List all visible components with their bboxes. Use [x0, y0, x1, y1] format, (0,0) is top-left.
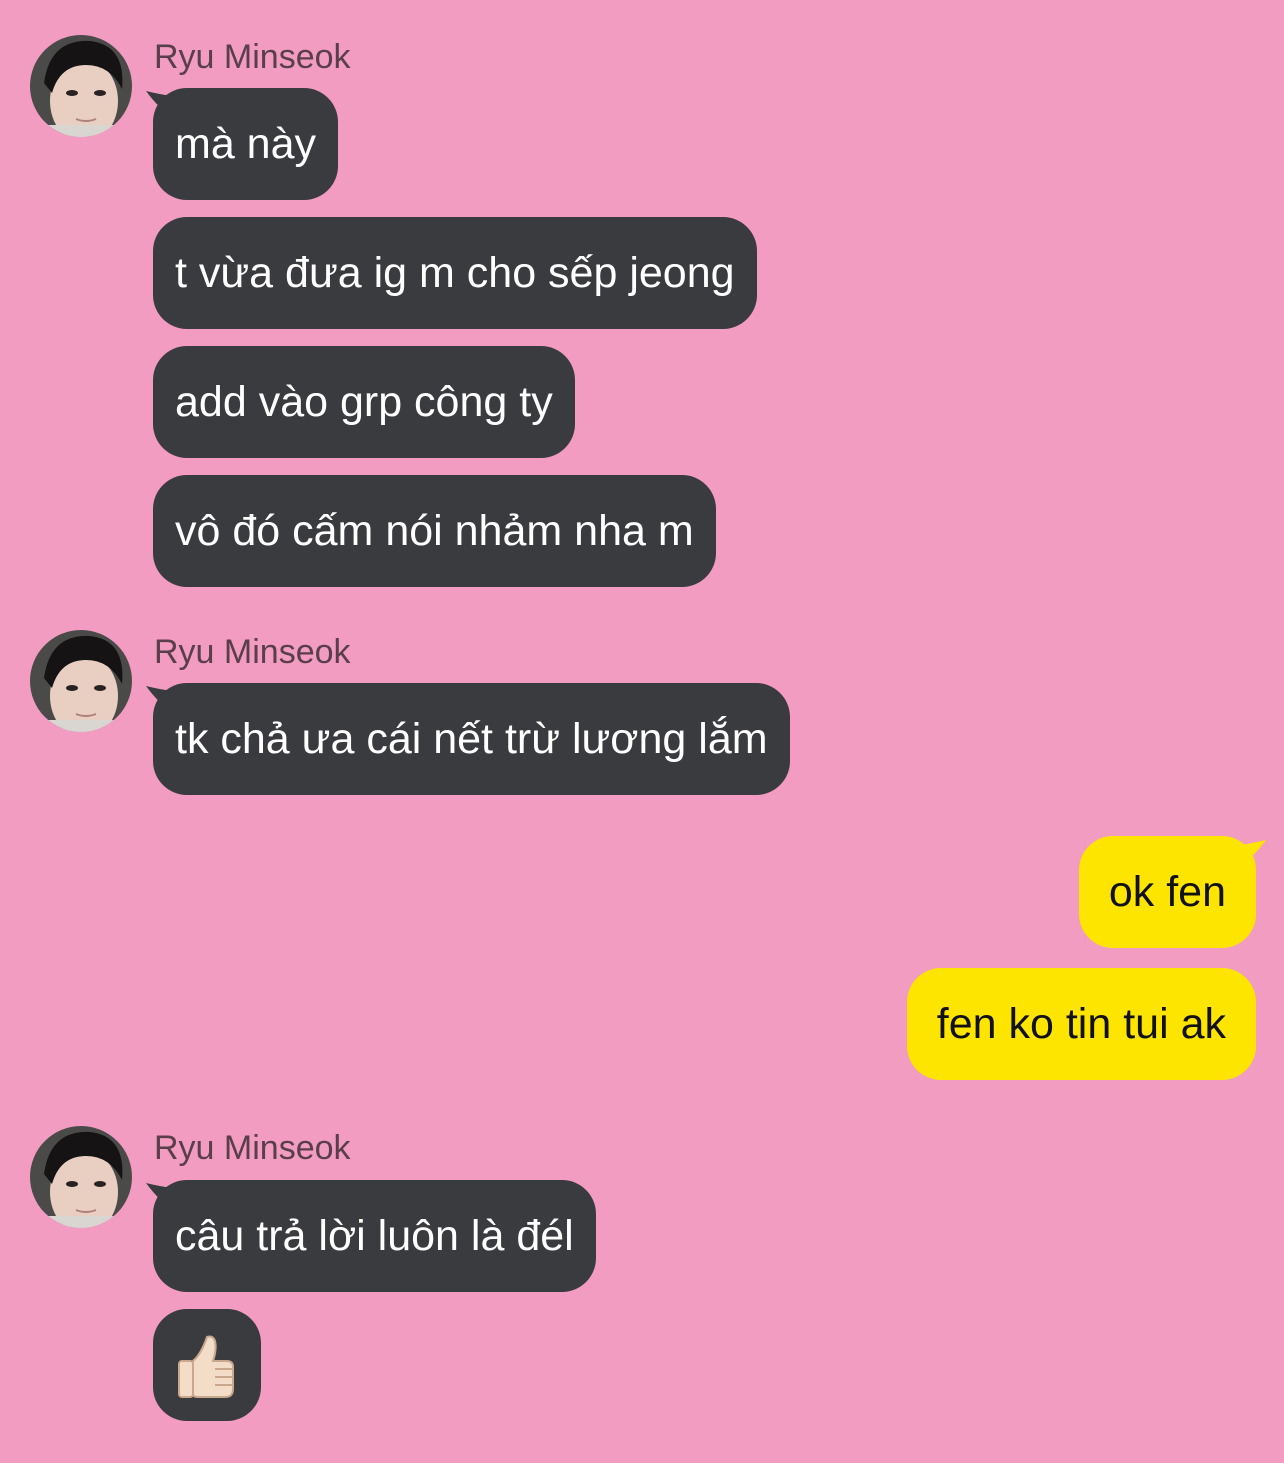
message-bubble[interactable]: tk chả ưa cái nết trừ lương lắm: [153, 683, 790, 795]
outgoing-message-bubble[interactable]: ok fen: [1078, 836, 1256, 948]
message-bubble[interactable]: mà này: [153, 88, 339, 200]
sender-avatar[interactable]: [30, 630, 132, 732]
outgoing-message-bubble[interactable]: fen ko tin tui ak: [906, 968, 1256, 1080]
sender-avatar[interactable]: [30, 1126, 132, 1228]
chat-thread: Ryu Minseok mà này t vừa đưa ig m cho sế…: [0, 0, 1284, 1446]
sender-name: Ryu Minseok: [154, 1129, 351, 1167]
sender-name: Ryu Minseok: [154, 38, 351, 76]
sticker-bubble[interactable]: [153, 1309, 261, 1421]
message-bubble[interactable]: t vừa đưa ig m cho sếp jeong: [153, 217, 757, 329]
sender-name: Ryu Minseok: [154, 633, 351, 671]
avatar-photo: [30, 35, 132, 137]
thumbs-up-emoji-icon: [178, 1335, 234, 1398]
avatar-photo: [30, 1126, 132, 1228]
sender-avatar[interactable]: [30, 35, 132, 137]
message-bubble[interactable]: câu trả lời luôn là đél: [153, 1180, 596, 1292]
message-bubble[interactable]: add vào grp công ty: [153, 346, 575, 458]
message-bubble[interactable]: vô đó cấm nói nhảm nha m: [153, 475, 716, 587]
avatar-photo: [30, 630, 132, 732]
